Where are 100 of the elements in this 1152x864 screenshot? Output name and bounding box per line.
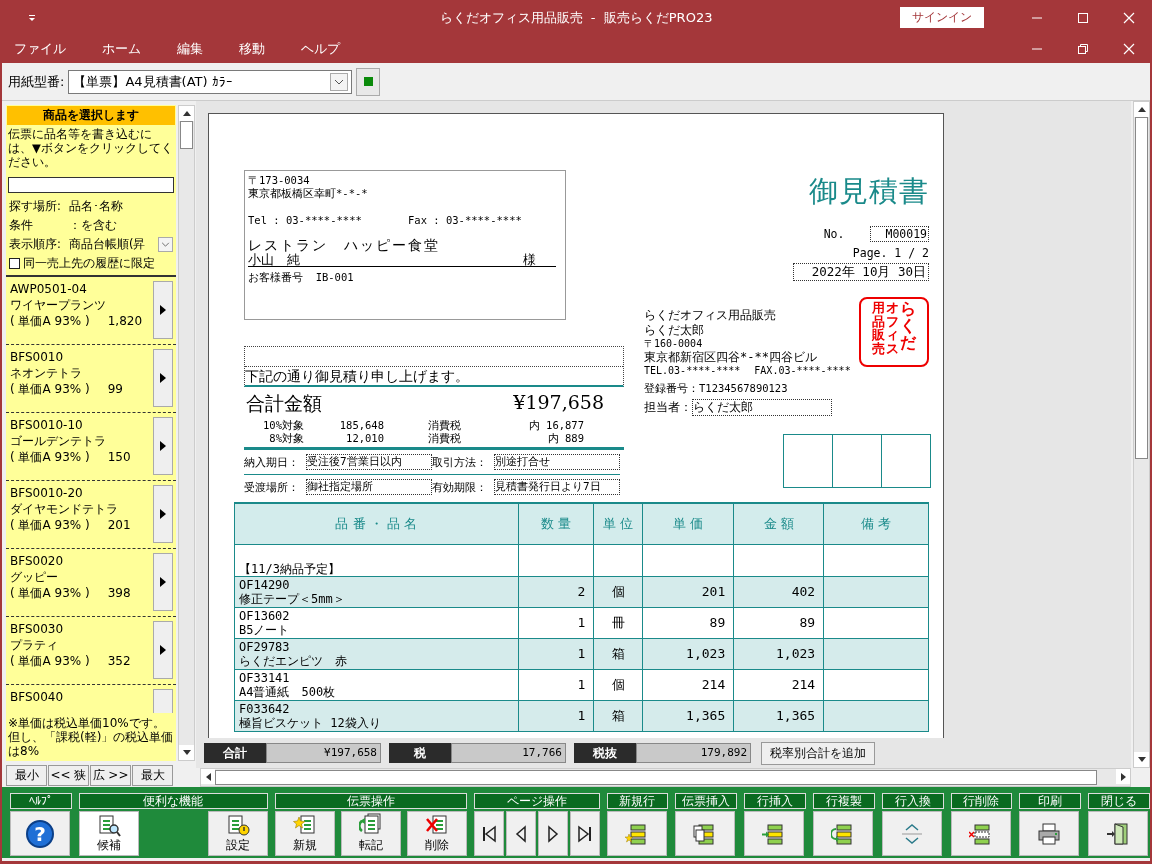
- scrollbar-thumb[interactable]: [180, 121, 193, 149]
- form-type-dropdown[interactable]: 【単票】A4見積書(AT) ｶﾗｰ: [68, 69, 353, 94]
- first-page-button[interactable]: [473, 811, 504, 856]
- scroll-down-icon[interactable]: [182, 750, 191, 755]
- menu-item[interactable]: 編集: [165, 40, 215, 58]
- scrollbar-thumb[interactable]: [215, 770, 1097, 785]
- width-button[interactable]: 最大: [132, 765, 173, 786]
- width-button[interactable]: 最小: [6, 765, 47, 786]
- insert-product-button[interactable]: [153, 281, 173, 339]
- tax-amount: 内 16,877: [527, 419, 584, 432]
- window-title: らくだオフィス用品販売 - 販売らくだPRO23: [439, 9, 713, 25]
- width-button[interactable]: << 狭: [48, 765, 89, 786]
- history-checkbox[interactable]: [9, 258, 20, 269]
- insert-slip-button[interactable]: [675, 811, 736, 856]
- unit: 冊: [611, 615, 625, 630]
- scroll-left-icon[interactable]: [205, 772, 211, 781]
- close-icon[interactable]: [1123, 43, 1135, 55]
- tax-rate-label: 8%対象: [268, 432, 304, 445]
- group-title: 便利な機能: [78, 793, 269, 809]
- amount: 1,365: [776, 708, 816, 723]
- term-label: 取引方法：: [432, 454, 488, 470]
- delete-button[interactable]: 削除: [406, 811, 467, 856]
- sort-dropdown[interactable]: 商品台帳順(昇: [69, 237, 173, 252]
- search-field[interactable]: [8, 177, 174, 193]
- next-page-button[interactable]: [537, 811, 568, 856]
- price-label: ( 単価A 93% ): [10, 313, 90, 329]
- document-magnifier-icon: [96, 813, 121, 837]
- delivery-note: 【11/3納品予定】: [239, 562, 340, 576]
- unit: 箱: [611, 708, 625, 723]
- scroll-up-icon[interactable]: [1137, 107, 1146, 112]
- product-price: 398: [107, 585, 131, 601]
- insert-product-button[interactable]: [153, 553, 173, 611]
- square-icon: [363, 77, 373, 86]
- transfer-button[interactable]: 転記: [340, 811, 401, 856]
- menu-item[interactable]: ファイル: [2, 40, 78, 58]
- menu-item[interactable]: 移動: [227, 40, 277, 58]
- new-slip-button[interactable]: 新規: [275, 811, 336, 856]
- restore-icon[interactable]: [1077, 43, 1089, 55]
- new-row-button[interactable]: [606, 811, 667, 856]
- help-button[interactable]: ?: [10, 811, 70, 856]
- close-icon[interactable]: [1123, 11, 1135, 24]
- rows-cycle-arrow-icon: [830, 821, 855, 846]
- close-button[interactable]: [1088, 811, 1149, 856]
- insert-product-button[interactable]: [153, 485, 173, 543]
- insert-product-button[interactable]: [153, 349, 173, 407]
- previous-page-button[interactable]: [505, 811, 536, 856]
- door-arrow-icon: [1106, 821, 1131, 846]
- sign-in-button[interactable]: サインイン: [900, 7, 984, 28]
- product-name: ゴールデンテトラ: [10, 433, 107, 449]
- vertical-scrollbar[interactable]: [1133, 101, 1150, 768]
- insert-row-button[interactable]: [744, 811, 805, 856]
- delete-row-button[interactable]: [950, 811, 1011, 856]
- product-price: 201: [107, 517, 131, 533]
- insert-product-button[interactable]: [153, 417, 173, 475]
- tax-label: 消費税: [427, 432, 462, 445]
- product-price: 99: [107, 381, 123, 397]
- width-button[interactable]: 広 >>: [90, 765, 131, 786]
- group-title: 新規行: [606, 793, 669, 809]
- scroll-up-icon[interactable]: [182, 111, 191, 116]
- last-page-button[interactable]: [569, 811, 600, 856]
- chevron-down-icon: [334, 78, 345, 85]
- unit-price: 214: [701, 677, 726, 692]
- amount: 214: [791, 677, 816, 692]
- vertical-scrollbar[interactable]: [178, 105, 195, 761]
- maximize-icon[interactable]: [1077, 11, 1089, 24]
- settings-button[interactable]: 設定: [208, 811, 269, 856]
- print-button[interactable]: [1019, 811, 1080, 856]
- document-title: 御見積書: [809, 173, 929, 210]
- total-label: 合計金額: [246, 391, 322, 416]
- menu-item[interactable]: ヘルプ: [289, 40, 352, 58]
- item-code: OF29783: [239, 640, 291, 654]
- product-code: AWP0501-04: [10, 281, 88, 297]
- term-value: 別途打合せ: [494, 454, 620, 470]
- add-tax-totals-button[interactable]: 税率別合計を追加: [761, 741, 875, 765]
- rows-cross-icon: [968, 821, 993, 846]
- scrollbar-thumb[interactable]: [1135, 117, 1148, 459]
- document-badge-icon: [226, 813, 251, 837]
- price-label: ( 単価A 93% ): [10, 517, 90, 533]
- customer-address: 東京都板橋区幸町*-*-*: [248, 187, 369, 200]
- scroll-right-icon[interactable]: [1120, 772, 1126, 781]
- term-label: 有効期限：: [432, 479, 488, 495]
- panel-header: 商品を選択します: [7, 106, 175, 125]
- document-star-icon: [293, 813, 318, 837]
- page-number: Page. 1 / 2: [852, 246, 929, 260]
- group-title: ﾍﾙﾌﾟ: [10, 793, 72, 809]
- swap-rows-button[interactable]: [881, 811, 942, 856]
- quantity: 1: [577, 708, 586, 723]
- horizontal-scrollbar[interactable]: [200, 768, 1131, 787]
- document-date: 2022年 10月 30日: [792, 263, 929, 281]
- filter-value: ：を含む: [69, 218, 117, 233]
- documents-arrow-icon: [358, 813, 383, 837]
- scroll-down-icon[interactable]: [1137, 757, 1146, 762]
- filter-label: 探す場所:: [9, 199, 62, 214]
- group-title: 行挿入: [744, 793, 806, 809]
- group-title: 閉じる: [1088, 793, 1150, 809]
- apply-button[interactable]: [356, 67, 381, 96]
- duplicate-row-button[interactable]: [812, 811, 873, 856]
- candidates-button[interactable]: 候補: [78, 811, 139, 856]
- insert-product-button[interactable]: [153, 621, 173, 679]
- menu-item[interactable]: ホーム: [90, 40, 153, 58]
